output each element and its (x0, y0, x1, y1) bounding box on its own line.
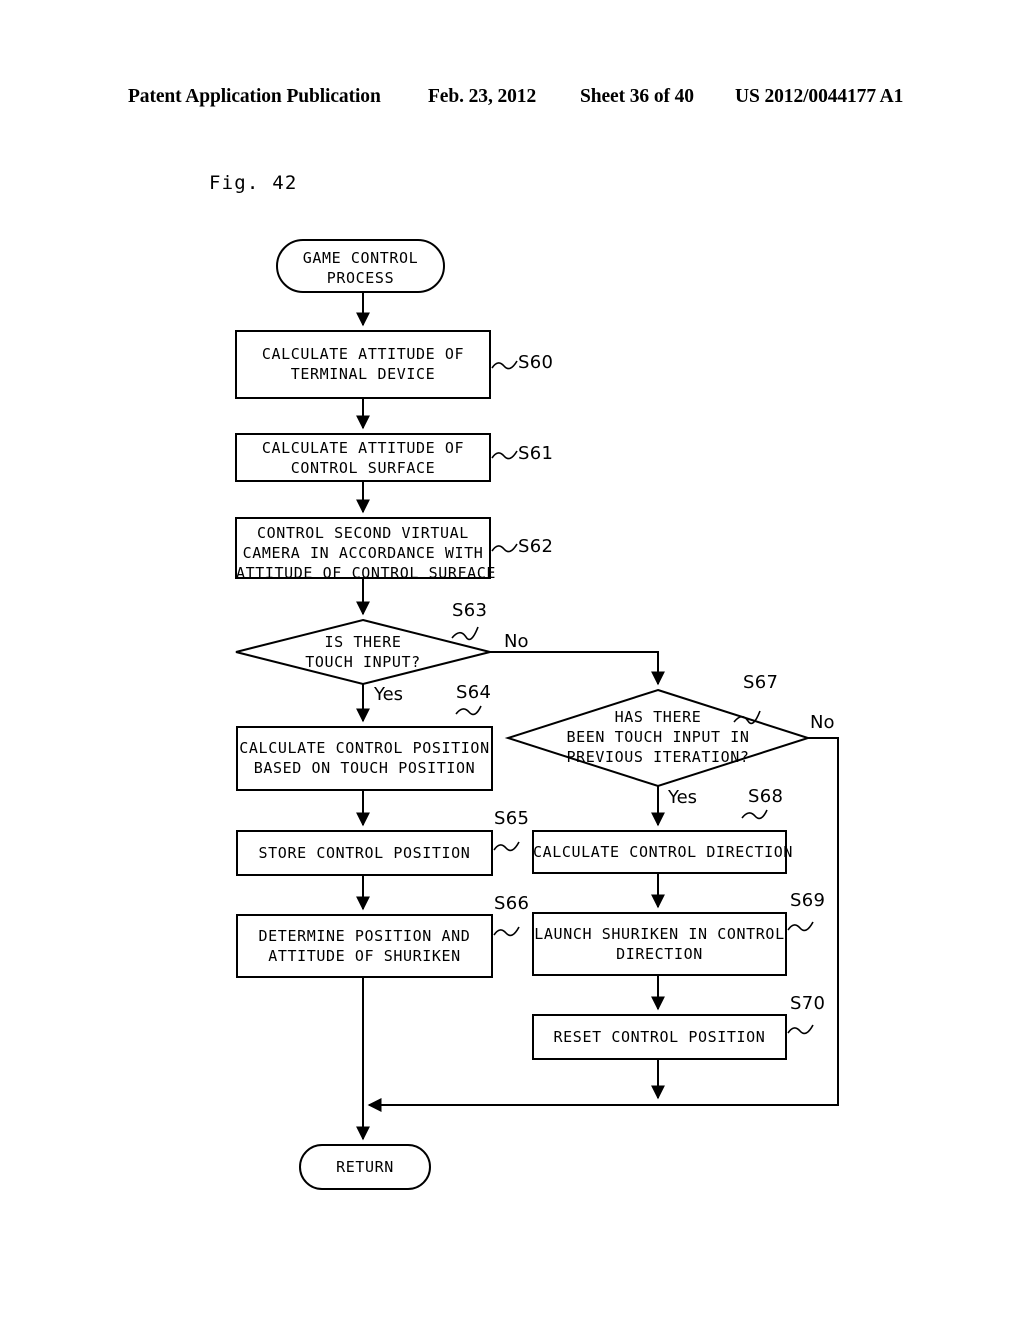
node-S61-shape (235, 433, 491, 482)
leader-S60 (491, 360, 518, 370)
branch-label-S63-no: No (504, 631, 529, 652)
leader-S62 (491, 543, 518, 553)
node-S60-shape (235, 330, 491, 399)
step-tag-S69: S69 (790, 890, 826, 911)
step-tag-S70: S70 (790, 993, 826, 1014)
branch-label-S67-yes: Yes (668, 787, 698, 808)
leader-S61 (491, 450, 518, 460)
flowchart-diagram (235, 239, 839, 1190)
leader-S68 (741, 809, 768, 820)
leader-S69 (787, 921, 814, 932)
step-tag-S60: S60 (518, 352, 554, 373)
node-S67-shape (504, 688, 812, 788)
node-S69-shape (532, 912, 787, 976)
node-S66-shape (236, 914, 493, 978)
leader-S66 (493, 926, 520, 937)
edge-S63-no-to-S67 (490, 651, 665, 686)
branch-label-S67-no: No (810, 712, 835, 733)
node-S64-shape (236, 726, 493, 791)
leader-S65 (493, 841, 520, 852)
step-tag-S61: S61 (518, 443, 554, 464)
node-S63-shape (235, 618, 491, 686)
step-tag-S65: S65 (494, 808, 530, 829)
step-tag-S63: S63 (452, 600, 488, 621)
node-S70-shape (532, 1014, 787, 1060)
node-return-shape (299, 1144, 431, 1190)
leader-S64 (455, 705, 482, 716)
step-tag-S68: S68 (748, 786, 784, 807)
leader-S63 (451, 626, 479, 641)
leader-S70 (787, 1024, 814, 1035)
step-tag-S67: S67 (743, 672, 779, 693)
step-tag-S66: S66 (494, 893, 530, 914)
node-S68-shape (532, 830, 787, 874)
node-start-shape (276, 239, 445, 293)
branch-label-S63-yes: Yes (374, 684, 404, 705)
step-tag-S62: S62 (518, 536, 554, 557)
node-S62-shape (235, 517, 491, 579)
node-S65-shape (236, 830, 493, 876)
step-tag-S64: S64 (456, 682, 492, 703)
